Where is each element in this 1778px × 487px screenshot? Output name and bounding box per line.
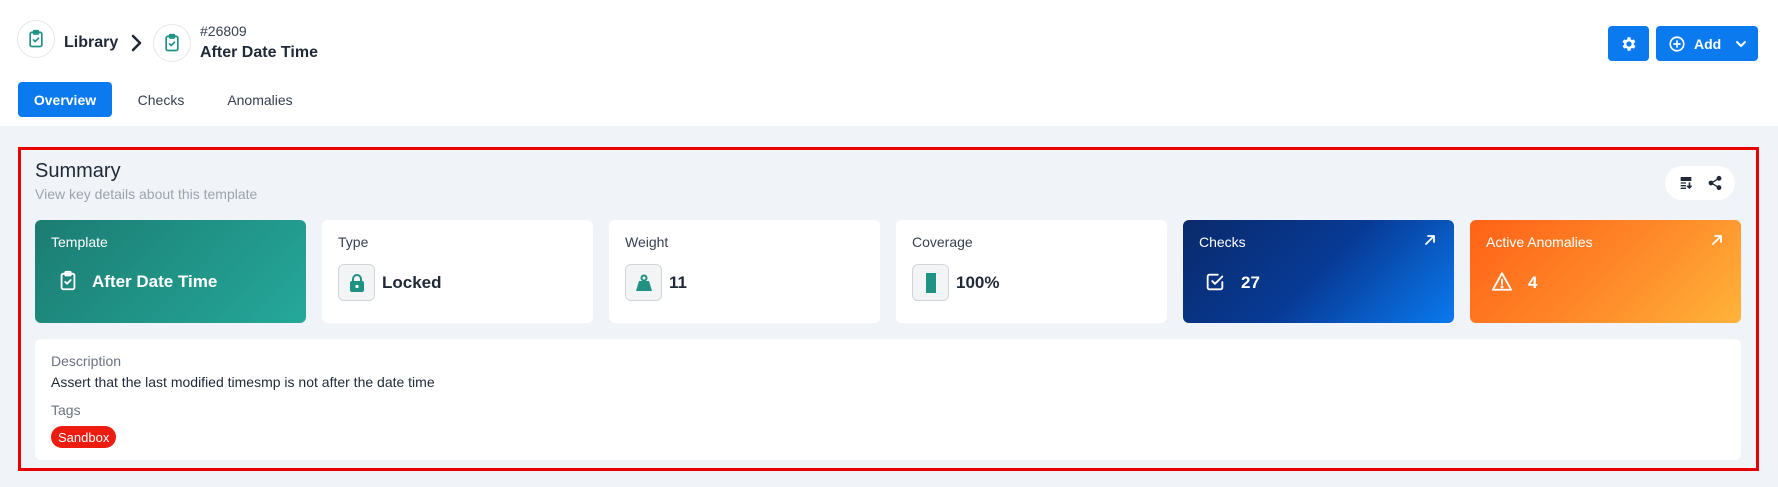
tag-badge[interactable]: Sandbox xyxy=(51,426,117,448)
chevron-down-icon xyxy=(1736,40,1747,47)
weight-card: Weight 11 xyxy=(609,220,880,323)
gear-icon xyxy=(1622,36,1635,51)
anomalies-card-value: 4 xyxy=(1528,273,1538,292)
weight-icon xyxy=(625,264,662,301)
export-icon[interactable] xyxy=(1673,170,1699,196)
tags-label: Tags xyxy=(51,402,81,418)
add-button[interactable]: Add xyxy=(1656,26,1758,61)
share-icon[interactable] xyxy=(1702,170,1728,196)
template-id: #26809 xyxy=(200,23,247,39)
template-card: Template After Date Time xyxy=(35,220,306,323)
active-anomalies-card[interactable]: Active Anomalies 4 xyxy=(1470,220,1741,323)
tab-overview[interactable]: Overview xyxy=(18,82,112,117)
description-panel: Description Assert that the last modifie… xyxy=(35,339,1741,460)
type-card: Type Locked xyxy=(322,220,593,323)
plus-circle-icon xyxy=(1669,35,1685,52)
settings-button[interactable] xyxy=(1608,26,1649,61)
weight-card-value: 11 xyxy=(669,273,687,292)
clipboard-check-icon xyxy=(60,270,76,291)
coverage-card-value: 100% xyxy=(956,273,1000,292)
template-card-label: Template xyxy=(51,234,108,250)
checks-card-label: Checks xyxy=(1199,234,1246,250)
checks-card[interactable]: Checks 27 xyxy=(1183,220,1454,323)
check-square-icon xyxy=(1206,273,1224,291)
description-label: Description xyxy=(51,353,122,369)
tab-anomalies[interactable]: Anomalies xyxy=(212,82,308,117)
description-text: Assert that the last modified timesmp is… xyxy=(51,374,435,390)
template-clipboard-icon xyxy=(153,24,191,62)
page-header: Library #26809 After Date Time Add Overv… xyxy=(0,0,1778,126)
type-card-label: Type xyxy=(338,234,369,250)
page-title: After Date Time xyxy=(200,44,318,61)
anomalies-card-label: Active Anomalies xyxy=(1486,234,1593,250)
summary-title: Summary xyxy=(35,160,121,182)
library-clipboard-icon[interactable] xyxy=(17,20,55,58)
coverage-bar-icon xyxy=(912,264,949,301)
coverage-card: Coverage 100% xyxy=(896,220,1167,323)
breadcrumb-library[interactable]: Library xyxy=(64,34,118,52)
chevron-right-icon xyxy=(131,34,142,52)
arrow-up-right-icon xyxy=(1712,235,1722,245)
checks-card-value: 27 xyxy=(1241,273,1260,292)
arrow-up-right-icon xyxy=(1425,235,1435,245)
warning-triangle-icon xyxy=(1491,272,1513,291)
lock-icon xyxy=(338,264,375,301)
add-button-label: Add xyxy=(1694,35,1722,52)
tab-checks[interactable]: Checks xyxy=(124,82,198,117)
coverage-card-label: Coverage xyxy=(912,234,973,250)
template-card-value: After Date Time xyxy=(92,272,218,291)
summary-actions xyxy=(1665,166,1735,200)
type-card-value: Locked xyxy=(382,273,442,292)
summary-subtitle: View key details about this template xyxy=(35,186,258,202)
weight-card-label: Weight xyxy=(625,234,669,250)
